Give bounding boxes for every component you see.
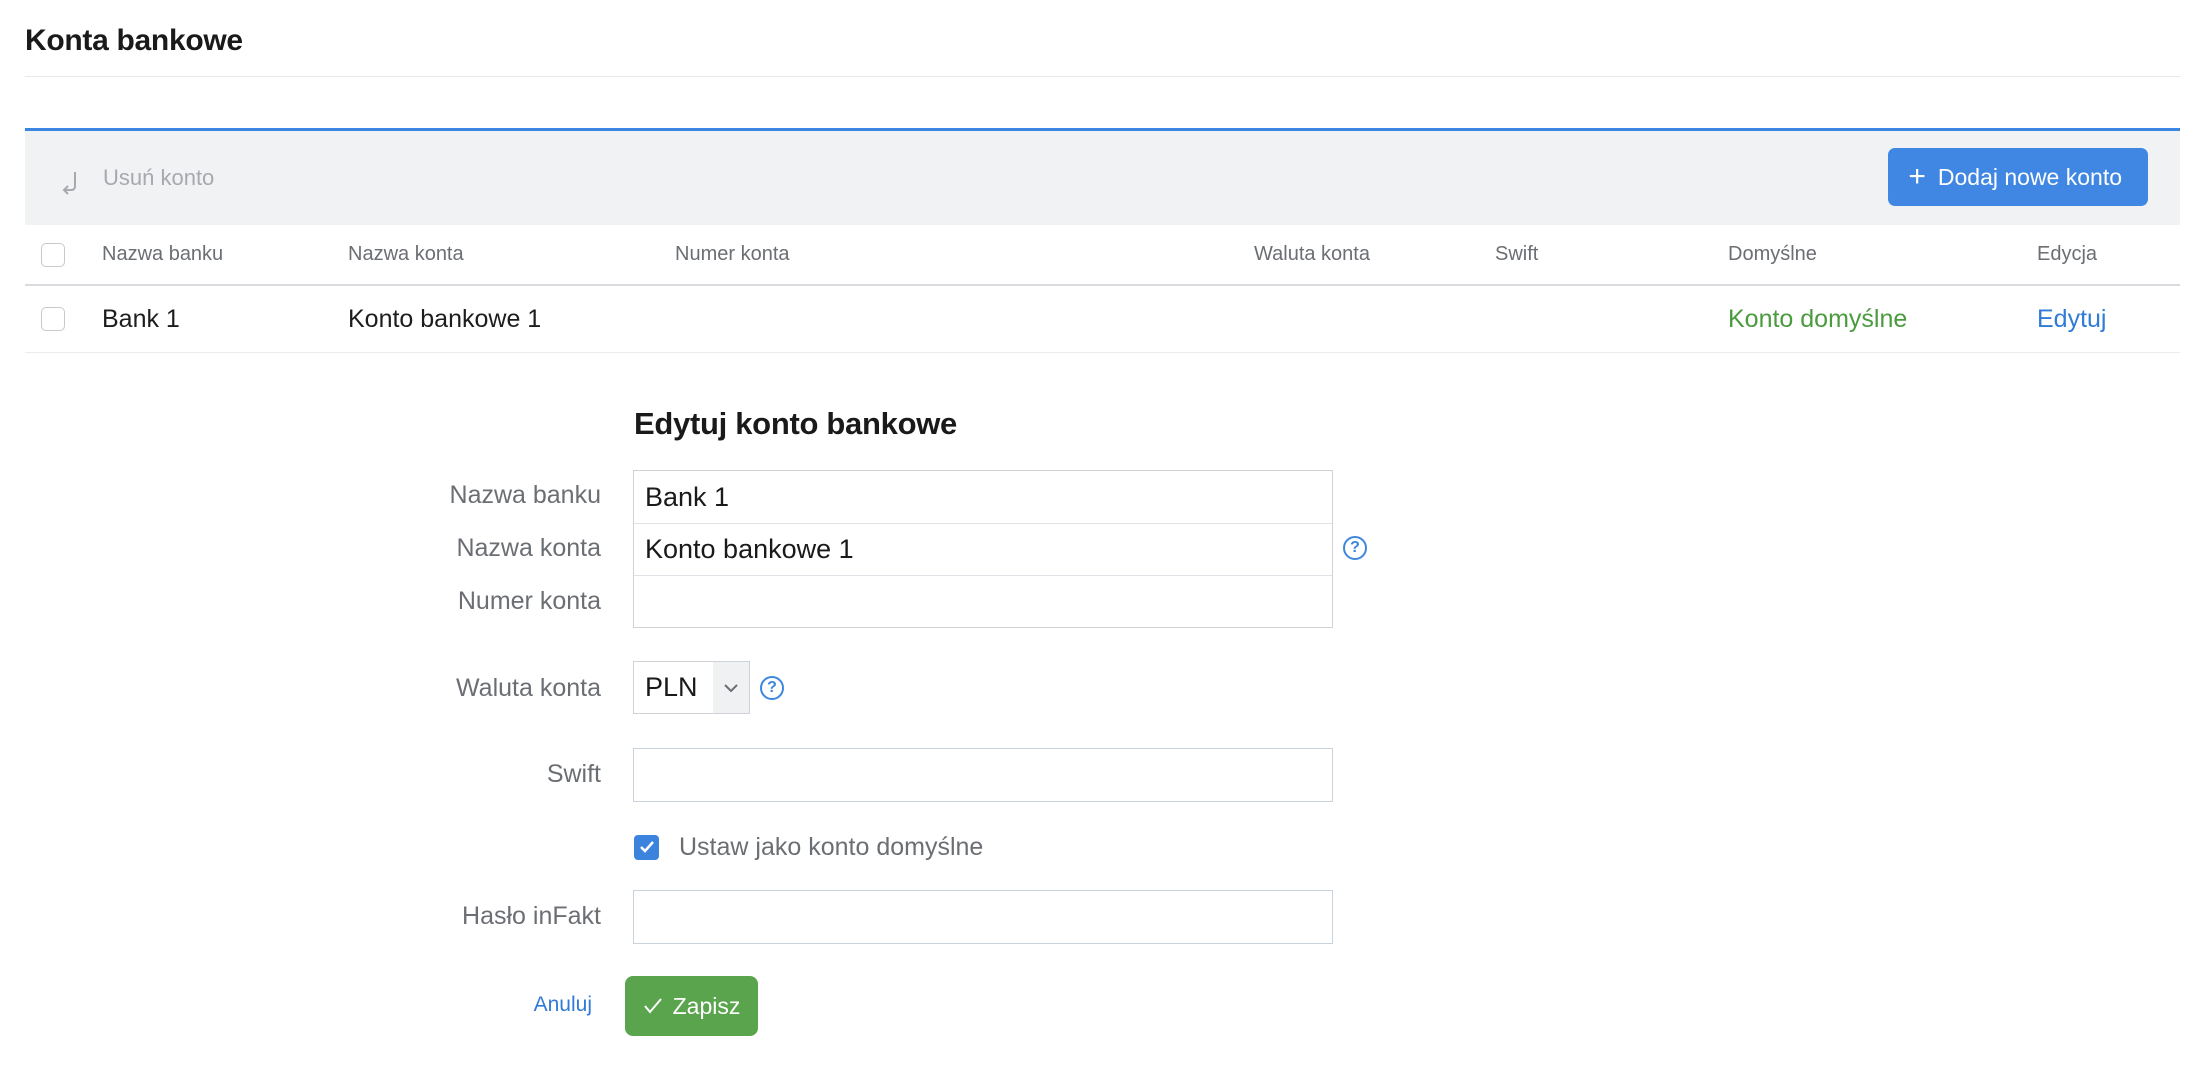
header-bank-name: Nazwa banku xyxy=(102,243,224,265)
header-select-all-cell xyxy=(41,225,65,284)
account-name-label: Nazwa konta xyxy=(456,534,601,562)
save-button[interactable]: Zapisz xyxy=(625,976,758,1036)
account-name-input[interactable]: Konto bankowe 1 xyxy=(634,523,1332,575)
plus-icon: + xyxy=(1908,160,1926,193)
account-number-label: Numer konta xyxy=(457,587,601,615)
form-title: Edytuj konto bankowe xyxy=(634,406,957,441)
table-header-row: Nazwa banku Nazwa konta Numer konta Walu… xyxy=(25,225,2180,286)
default-account-checkbox-row[interactable]: Ustaw jako konto domyślne xyxy=(634,833,983,861)
password-input[interactable] xyxy=(633,890,1333,944)
currency-help-icon[interactable]: ? xyxy=(760,676,784,700)
row-edit-link[interactable]: Edytuj xyxy=(2037,286,2106,352)
checkmark-icon xyxy=(643,997,663,1015)
bank-name-label: Nazwa banku xyxy=(449,481,601,509)
add-account-label: Dodaj nowe konto xyxy=(1937,163,2122,190)
row-bank-name: Bank 1 xyxy=(102,304,180,333)
header-swift: Swift xyxy=(1495,243,1539,265)
table-row: Bank 1 Konto bankowe 1 Konto domyślne Ed… xyxy=(25,286,2180,353)
header-default: Domyślne xyxy=(1728,243,1817,265)
header-currency: Waluta konta xyxy=(1254,243,1370,265)
currency-select[interactable]: PLN xyxy=(633,661,750,714)
delete-account-button[interactable]: Usuń konto xyxy=(59,160,214,196)
header-edit: Edycja xyxy=(2037,243,2098,265)
accounts-table: Nazwa banku Nazwa konta Numer konta Walu… xyxy=(25,225,2180,353)
password-label: Hasło inFakt xyxy=(462,902,601,930)
row-account-name: Konto bankowe 1 xyxy=(348,304,542,333)
currency-label: Waluta konta xyxy=(456,674,601,702)
select-all-checkbox[interactable] xyxy=(41,242,65,267)
row-checkbox[interactable] xyxy=(41,307,65,331)
currency-select-value: PLN xyxy=(645,672,698,702)
header-account-name: Nazwa konta xyxy=(348,243,464,265)
save-button-label: Zapisz xyxy=(672,992,741,1019)
toolbar: Usuń konto + Dodaj nowe konto xyxy=(25,128,2180,225)
bank-name-input[interactable]: Bank 1 xyxy=(634,471,1332,523)
swift-label: Swift xyxy=(546,760,601,788)
account-number-input[interactable] xyxy=(634,575,1332,627)
default-account-checkbox[interactable] xyxy=(634,834,659,860)
cancel-link[interactable]: Anuluj xyxy=(534,993,592,1017)
chevron-down-icon xyxy=(713,662,749,713)
page-header: Konta bankowe xyxy=(25,0,2180,77)
swift-input[interactable] xyxy=(633,748,1333,802)
account-name-help-icon[interactable]: ? xyxy=(1343,536,1367,560)
delete-account-label: Usuń konto xyxy=(103,165,215,190)
add-account-button[interactable]: + Dodaj nowe konto xyxy=(1888,148,2148,206)
checkmark-icon xyxy=(639,841,654,853)
default-account-checkbox-label: Ustaw jako konto domyślne xyxy=(679,832,984,861)
row-default-status: Konto domyślne xyxy=(1728,304,1908,333)
account-details-input-group: Bank 1 Konto bankowe 1 xyxy=(633,470,1333,628)
row-select-cell xyxy=(41,286,65,352)
arrow-return-icon xyxy=(62,172,76,195)
header-account-number: Numer konta xyxy=(675,243,790,265)
page-title: Konta bankowe xyxy=(25,24,243,57)
